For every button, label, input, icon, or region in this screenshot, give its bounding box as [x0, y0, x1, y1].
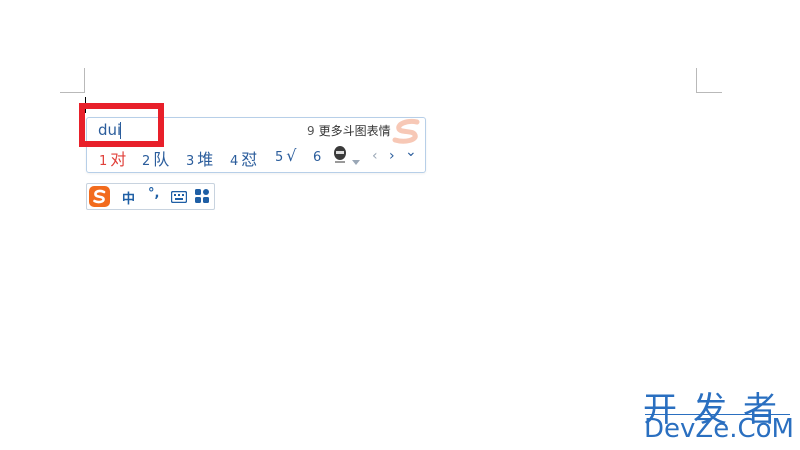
candidate-4[interactable]: 4怼 [230, 146, 257, 170]
sogou-watermark-icon [389, 118, 423, 144]
composition-highlight-box [79, 103, 164, 147]
prev-page-icon[interactable]: ‹ [372, 148, 378, 164]
candidate-1[interactable]: 1对 [99, 146, 126, 170]
page-corner-mark-top-left-v [84, 68, 85, 93]
more-stickers-button[interactable]: 9 更多斗图表情 [307, 122, 391, 139]
more-stickers-number: 9 [307, 124, 315, 138]
expand-candidates-icon[interactable]: ⌄ [405, 144, 417, 160]
chinese-mode-toggle[interactable]: 中 [122, 188, 135, 207]
candidate-3[interactable]: 3堆 [186, 146, 213, 170]
ime-status-bar[interactable]: 中 °, [86, 183, 215, 210]
page-corner-mark-top-right-h [697, 92, 722, 93]
sticker-dropdown-icon[interactable] [352, 160, 360, 166]
candidate-list: 1对 2队 3堆 4怼 5 √ 6 ‹ › ⌄ [97, 144, 417, 170]
sogou-s-logo-icon[interactable] [89, 186, 110, 207]
page-corner-mark-top-right-v [696, 68, 697, 93]
watermark-bottom-text: DevZe.CoM [644, 414, 794, 444]
next-page-icon[interactable]: › [389, 148, 395, 164]
more-stickers-label: 更多斗图表情 [318, 124, 391, 138]
sticker-thumbnail-icon[interactable] [330, 144, 350, 166]
candidate-5[interactable]: 5 √ [275, 146, 296, 165]
punctuation-toggle[interactable]: °, [148, 186, 159, 201]
page-corner-mark-top-left-h [60, 92, 85, 93]
keyboard-icon[interactable] [170, 190, 188, 208]
toolbox-grid-icon[interactable] [195, 189, 209, 208]
candidate-6[interactable]: 6 [313, 146, 324, 165]
candidate-2[interactable]: 2队 [142, 146, 169, 170]
